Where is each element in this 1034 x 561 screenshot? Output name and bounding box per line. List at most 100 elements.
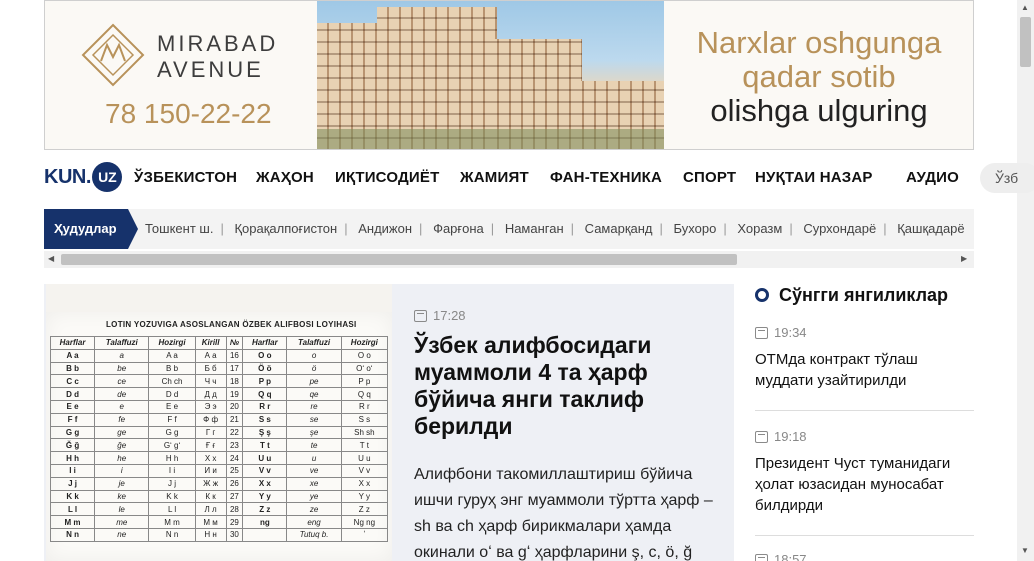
nav-item-economy[interactable]: ИҚТИСОДИЁТ [335,169,439,186]
page: MIRABAD AVENUE 78 150-22-22 Narxlar oshg… [0,0,1034,561]
alphabet-table-cell: be [94,361,150,376]
alphabet-table-cell: ö [286,361,342,376]
alphabet-table-cell: G g [49,425,96,440]
alphabet-table-cell: 24 [225,451,244,465]
alphabet-table-cell: Q q [242,387,288,401]
featured-article[interactable]: LOTIN YOZUVIGA ASOSLANGAN ÖZBEK ALIFBOSI… [44,284,734,561]
alphabet-table-cell: H h [49,451,96,465]
featured-title[interactable]: Ўзбек алифбосидаги муаммоли 4 та ҳарф бў… [414,332,714,440]
regions-bar: Ҳудудлар Тошкент ш. | Қорақалпоғистон | Ан… [44,209,974,249]
scroll-right-arrow-icon[interactable]: ▶ [961,254,967,263]
alphabet-table-cell: N n [49,527,96,542]
scroll-down-arrow-icon[interactable]: ▼ [1021,546,1029,555]
alphabet-table-cell: a [94,348,150,363]
news-item[interactable]: 18:57 [755,552,974,561]
alphabet-table: Harflar Talaffuzi Hozirgi Kirill № Harflar Tal… [49,336,389,542]
regions-label[interactable]: Ҳудудлар [44,209,138,249]
news-item[interactable]: 19:18 Президент Чуст туманидаги ҳолат юз… [755,429,974,516]
alphabet-table-cell: Ф ф [194,412,227,427]
alphabet-table-cell: ʼ [340,527,389,542]
alphabet-table-cell: O o [242,348,288,363]
alphabet-table-cell: 29 [225,515,244,529]
alphabet-table-cell: A a [148,348,196,363]
alphabet-table-cell: pe [286,374,342,389]
alphabet-table-cell: ğe [94,438,150,453]
region-item[interactable]: Қашқадарё [897,221,964,236]
nav-item-world[interactable]: ЖАҲОН [256,169,314,186]
region-item[interactable]: Тошкент ш. [145,221,213,236]
nav-item-sport[interactable]: СПОРТ [683,169,736,186]
alphabet-table-row: Harflar Talaffuzi Hozirgi Kirill № Harflar Tal… [49,336,389,350]
alphabet-table-cell: 21 [225,412,244,427]
alphabet-table-row: H h he H hХ х 24 U uuU u [49,451,389,465]
alphabet-table-cell: K k [49,489,96,504]
nav-item-audio[interactable]: АУДИО [906,169,959,186]
ring-icon [755,288,769,302]
alphabet-table-cell: se [286,412,342,427]
ad-banner[interactable]: MIRABAD AVENUE 78 150-22-22 Narxlar oshg… [44,0,974,150]
news-title[interactable]: ОТМда контракт тўлаш муддати узайтирилди [755,349,974,391]
scroll-up-arrow-icon[interactable]: ▲ [1021,3,1029,12]
vertical-scrollbar[interactable]: ▲ ▼ [1017,0,1034,561]
region-item[interactable]: Хоразм [737,221,782,236]
vertical-scroll-thumb[interactable] [1020,17,1031,67]
scroll-left-arrow-icon[interactable]: ◀ [48,254,54,263]
alphabet-table-cell: 17 [225,361,244,376]
alphabet-table-row: N n ne N nН н 30 Tutuq b. ʼ [49,527,389,542]
alphabet-table-cell: D d [148,387,196,401]
featured-meta: 17:28 [414,308,466,323]
alphabet-table-cell: N n [148,527,196,542]
news-item[interactable]: 19:34 ОТМда контракт тўлаш муддати узайт… [755,325,974,391]
alphabet-table-cell: eng [286,515,342,529]
document-title: LOTIN YOZUVIGA ASOSLANGAN ÖZBEK ALIFBOSI… [106,320,357,329]
language-switch[interactable]: Ўзб [980,163,1034,193]
ad-brand-block: MIRABAD AVENUE 78 150-22-22 [45,1,317,149]
alphabet-table-cell: X x [340,476,389,491]
region-item[interactable]: Андижон [358,221,412,236]
featured-image[interactable]: LOTIN YOZUVIGA ASOSLANGAN ÖZBEK ALIFBOSI… [46,284,392,561]
region-item[interactable]: Сурхондарё [803,221,876,236]
alphabet-table-cell: H h [148,451,196,465]
alphabet-table-row: D d de D dД д 19 Q q qe Q q [49,387,389,401]
alphabet-table-cell: fe [94,412,150,427]
region-item[interactable]: Наманган [505,221,564,236]
alphabet-table-cell: Sh sh [340,425,389,440]
main-nav: KUN . UZ ЎЗБЕКИСТОН ЖАҲОН ИҚТИСОДИЁТ ЖАМ… [44,160,1034,196]
alphabet-table-cell: Hozirgi [148,336,196,350]
alphabet-table-cell: K k [148,489,196,504]
region-item[interactable]: Қорақалпоғистон [234,221,337,236]
alphabet-table-row: Ğ ğ ğe Gʻ gʻ Ғ ғ 23 T t te T t [49,438,389,453]
region-item[interactable]: Бухоро [674,221,717,236]
alphabet-table-cell: 30 [225,527,244,542]
alphabet-table-cell: de [94,387,150,401]
site-logo[interactable]: KUN . UZ [44,162,123,192]
alphabet-table-cell: Х х [194,451,227,465]
nav-item-science-tech[interactable]: ФАН-ТЕХНИКА [550,169,662,186]
nav-item-opinion[interactable]: НУҚТАИ НАЗАР [755,169,873,186]
news-time: 19:34 [774,325,807,340]
ad-promo-line1: Narxlar oshgunga [696,25,942,60]
alphabet-table-row: F f fe F fФ ф 21 S s se S s [49,412,389,427]
nav-item-society[interactable]: ЖАМИЯТ [460,169,529,186]
nav-item-uzbekistan[interactable]: ЎЗБЕКИСТОН [134,169,237,186]
ad-brand-line1: MIRABAD [157,31,279,56]
region-item[interactable]: Самарқанд [585,221,653,236]
alphabet-table-cell: te [286,438,342,453]
alphabet-table-cell: Oʻ oʻ [340,361,389,376]
alphabet-table-cell: Ч ч [194,374,227,389]
alphabet-table-row: I iiI iИ и 25 V v ve V v [49,463,389,478]
news-title[interactable]: Президент Чуст туманидаги ҳолат юзасидан… [755,453,974,516]
alphabet-table-cell [242,527,288,542]
region-item[interactable]: Фарғона [433,221,484,236]
alphabet-table-row: E eeE eЭ э 20 R r re R r [49,399,389,414]
alphabet-table-cell: R r [340,399,389,414]
alphabet-table-cell: R r [242,399,288,414]
news-meta: 18:57 [755,552,974,561]
alphabet-table-cell: ce [94,374,150,389]
regions-scrollbar[interactable]: ◀ ▶ [44,251,974,268]
regions-scroll-thumb[interactable] [61,254,737,265]
alphabet-table-cell: T t [242,438,288,453]
alphabet-table-cell: I i [49,463,96,478]
alphabet-table-cell: Y y [340,489,389,504]
alphabet-table-cell: 18 [225,374,244,389]
